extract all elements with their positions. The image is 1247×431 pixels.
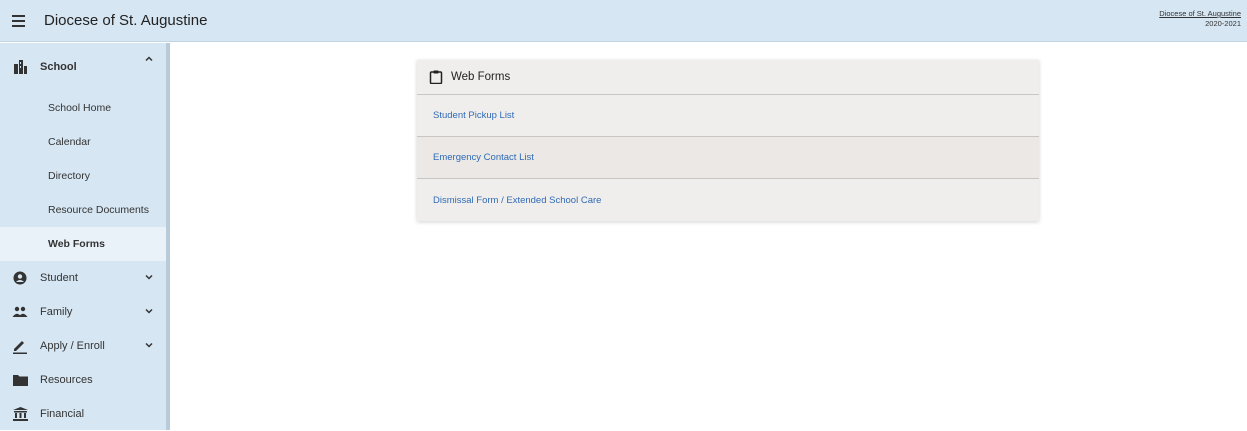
chevron-up-icon <box>145 56 153 62</box>
card-header: Web Forms <box>417 60 1039 95</box>
pencil-icon <box>12 338 28 354</box>
sidebar-subitem-calendar[interactable]: Calendar <box>0 125 166 159</box>
school-year: 2020-2021 <box>1205 19 1241 28</box>
sidebar-item-label: Family <box>40 306 73 318</box>
org-info: Diocese of St. Augustine 2020-2021 <box>1159 9 1241 29</box>
sidebar: School School Home Calendar Directory Re… <box>0 43 170 430</box>
hamburger-menu-icon[interactable] <box>12 11 32 31</box>
user-circle-icon <box>12 270 28 286</box>
sidebar-item-label: Financial <box>40 408 85 420</box>
folder-icon <box>12 372 28 388</box>
sidebar-subitem-school-home[interactable]: School Home <box>0 91 166 125</box>
sidebar-item-label: School <box>40 61 77 73</box>
form-link-emergency-contact-list[interactable]: Emergency Contact List <box>417 137 1039 179</box>
form-link-student-pickup-list[interactable]: Student Pickup List <box>417 95 1039 137</box>
sidebar-item-family[interactable]: Family <box>0 295 166 329</box>
sidebar-item-label: Apply / Enroll <box>40 340 105 352</box>
top-bar: Diocese of St. Augustine Diocese of St. … <box>0 0 1247 42</box>
sidebar-item-resources[interactable]: Resources <box>0 363 166 397</box>
bank-icon <box>12 406 28 422</box>
sidebar-subitem-directory[interactable]: Directory <box>0 159 166 193</box>
org-link[interactable]: Diocese of St. Augustine <box>1159 9 1241 19</box>
web-forms-card: Web Forms Student Pickup List Emergency … <box>417 60 1039 221</box>
sidebar-item-apply-enroll[interactable]: Apply / Enroll <box>0 329 166 363</box>
clipboard-icon <box>429 70 443 84</box>
sidebar-item-student[interactable]: Student <box>0 261 166 295</box>
form-link-dismissal-form[interactable]: Dismissal Form / Extended School Care <box>417 179 1039 221</box>
sidebar-item-financial[interactable]: Financial <box>0 397 166 431</box>
chevron-down-icon <box>145 274 153 280</box>
sidebar-item-label: Student <box>40 272 78 284</box>
app-title: Diocese of St. Augustine <box>44 12 208 29</box>
people-icon <box>12 304 28 320</box>
chevron-down-icon <box>145 308 153 314</box>
card-title: Web Forms <box>451 71 511 83</box>
sidebar-item-school[interactable]: School <box>0 43 166 91</box>
chevron-down-icon <box>145 342 153 348</box>
building-icon <box>12 59 28 75</box>
sidebar-item-label: Resources <box>40 374 93 386</box>
sidebar-subitem-resource-documents[interactable]: Resource Documents <box>0 193 166 227</box>
sidebar-subitem-web-forms[interactable]: Web Forms <box>0 227 166 261</box>
